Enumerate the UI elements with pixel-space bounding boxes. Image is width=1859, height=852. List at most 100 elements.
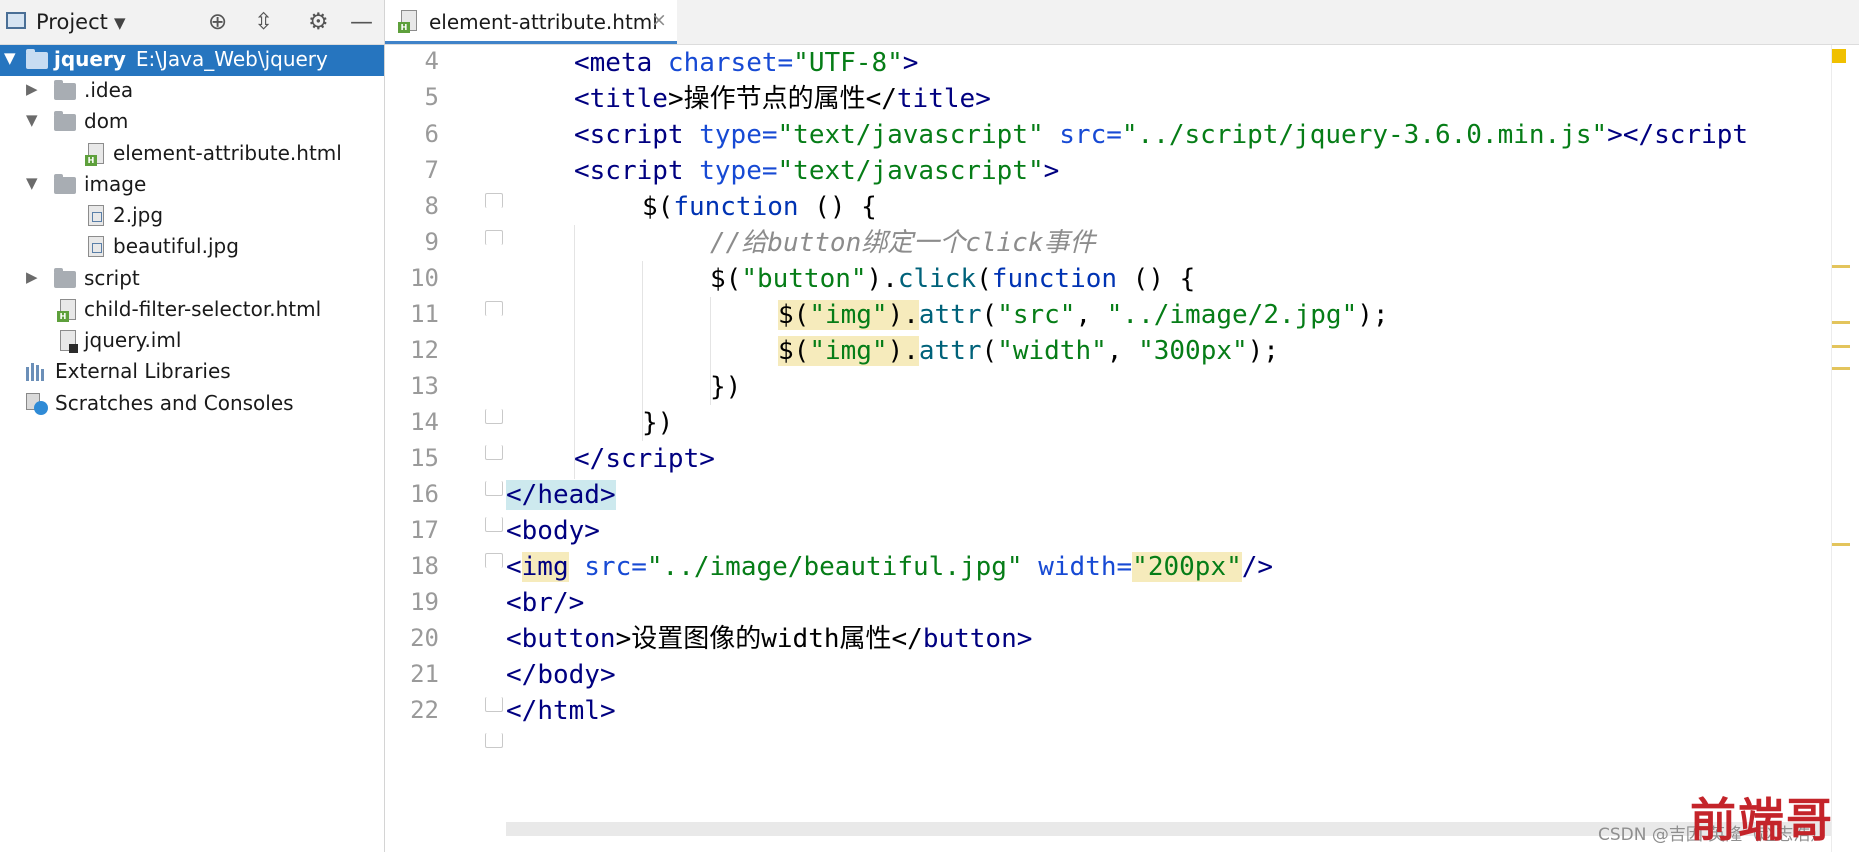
close-icon[interactable]: × <box>651 9 667 31</box>
line-number: 17 <box>410 516 439 544</box>
code-line: <br/> <box>506 588 585 618</box>
code-line: }) <box>642 408 674 438</box>
fold-icon[interactable] <box>485 733 503 748</box>
folder-icon <box>54 268 76 288</box>
code-line: $("button").click(function () { <box>710 264 1196 294</box>
tree-item-2-jpg[interactable]: 2.jpg <box>0 201 384 232</box>
editor-gutter: 4 5 6 7 8 9 10 11 12 13 14 15 16 17 18 1… <box>385 45 506 852</box>
line-number: 9 <box>424 228 439 256</box>
code-editor[interactable]: <meta charset="UTF-8"> <title>操作节点的属性</t… <box>506 45 1831 852</box>
line-number: 18 <box>410 552 439 580</box>
editor-tab-bar: H element-attribute.html × <box>385 0 1859 45</box>
html-file-icon: H <box>398 10 417 33</box>
line-number: 16 <box>410 480 439 508</box>
code-line: //给button绑定一个click事件 <box>710 228 1096 258</box>
fold-icon[interactable] <box>485 481 503 496</box>
tree-item-path: E:\Java_Web\jquery <box>135 47 328 71</box>
tab-element-attribute-html[interactable]: H element-attribute.html × <box>385 0 677 44</box>
tree-item-beautiful-jpg[interactable]: beautiful.jpg <box>0 232 384 263</box>
html-file-icon: H <box>85 143 104 166</box>
tree-item-child-filter-selector-html[interactable]: H child-filter-selector.html <box>0 295 384 326</box>
code-line: $("img").attr("src", "../image/2.jpg"); <box>778 300 1389 330</box>
tree-item-dom[interactable]: ▼ dom <box>0 107 384 138</box>
highlight-marker[interactable] <box>1832 367 1850 370</box>
fold-icon[interactable] <box>485 230 503 245</box>
line-number: 8 <box>424 192 439 220</box>
code-line: </script> <box>574 444 715 474</box>
code-line: <button>设置图像的width属性</button> <box>506 624 1033 654</box>
line-number: 15 <box>410 444 439 472</box>
warning-icon[interactable] <box>1832 49 1846 63</box>
highlight-marker[interactable] <box>1832 265 1850 268</box>
code-line: <img src="../image/beautiful.jpg" width=… <box>506 552 1274 582</box>
line-number: 11 <box>410 300 439 328</box>
highlight-marker[interactable] <box>1832 543 1850 546</box>
tree-item-external-libraries[interactable]: External Libraries <box>0 357 384 388</box>
tree-item-label: beautiful.jpg <box>113 234 239 258</box>
project-view-icon <box>6 12 26 29</box>
code-line: <script type="text/javascript"> <box>574 156 1060 186</box>
expand-arrow-icon[interactable]: ▼ <box>4 49 16 67</box>
tree-item-scratches-and-consoles[interactable]: Scratches and Consoles <box>0 389 384 420</box>
fold-icon[interactable] <box>485 553 503 568</box>
tree-item-label: jquery <box>54 47 126 71</box>
expand-arrow-icon[interactable]: ▼ <box>26 111 38 129</box>
fold-icon[interactable] <box>485 301 503 316</box>
tree-item-label: element-attribute.html <box>113 141 342 165</box>
tree-item-idea[interactable]: ▶ .idea <box>0 76 384 107</box>
tree-item-image[interactable]: ▼ image <box>0 170 384 201</box>
iml-file-icon <box>60 330 78 353</box>
code-line: </html> <box>506 696 616 726</box>
project-panel-header: Project ▼ ⊕ ⇳ ⚙ — <box>0 0 384 45</box>
tree-item-jquery[interactable]: ▼ jquery E:\Java_Web\jquery <box>0 45 384 76</box>
tree-item-element-attribute-html[interactable]: H element-attribute.html <box>0 139 384 170</box>
image-file-icon <box>88 236 104 257</box>
line-number: 5 <box>424 83 439 111</box>
highlight-marker[interactable] <box>1832 345 1850 348</box>
fold-icon[interactable] <box>485 517 503 532</box>
line-number: 14 <box>410 408 439 436</box>
tree-item-script[interactable]: ▶ script <box>0 264 384 295</box>
code-line: </body> <box>506 660 616 690</box>
fold-icon[interactable] <box>485 409 503 424</box>
error-stripe[interactable] <box>1831 45 1859 852</box>
line-number: 20 <box>410 624 439 652</box>
tree-item-label: image <box>84 172 147 196</box>
tree-item-label: .idea <box>84 78 134 102</box>
tree-item-label: child-filter-selector.html <box>84 297 322 321</box>
collapse-icon[interactable]: ⇳ <box>254 8 273 36</box>
tree-item-label: jquery.iml <box>84 328 182 352</box>
fold-icon[interactable] <box>485 193 503 208</box>
line-number: 4 <box>424 47 439 75</box>
gear-icon[interactable]: ⚙ <box>308 8 329 36</box>
project-view-title[interactable]: Project <box>36 10 108 34</box>
code-line: $(function () { <box>642 192 877 222</box>
chevron-down-icon[interactable]: ▼ <box>114 14 126 32</box>
folder-icon <box>54 111 76 131</box>
scratches-icon <box>26 393 48 415</box>
tree-item-label: Scratches and Consoles <box>55 391 294 415</box>
tree-item-label: script <box>84 266 140 290</box>
line-number: 12 <box>410 336 439 364</box>
html-file-icon: H <box>57 299 76 322</box>
code-line: <body> <box>506 516 600 546</box>
expand-arrow-icon[interactable]: ▼ <box>26 174 38 192</box>
expand-arrow-icon[interactable]: ▶ <box>26 268 38 286</box>
line-number: 22 <box>410 696 439 724</box>
libraries-icon <box>26 363 48 381</box>
code-line: </head> <box>506 480 616 510</box>
highlight-marker[interactable] <box>1832 321 1850 324</box>
minimize-icon[interactable]: — <box>350 8 373 36</box>
folder-icon <box>26 49 48 69</box>
tree-item-jquery-iml[interactable]: jquery.iml <box>0 326 384 357</box>
line-number: 6 <box>424 120 439 148</box>
fold-icon[interactable] <box>485 445 503 460</box>
code-line: <title>操作节点的属性</title> <box>574 84 991 114</box>
fold-icon[interactable] <box>485 697 503 712</box>
tree-item-label: 2.jpg <box>113 203 164 227</box>
tree-item-label: dom <box>84 109 129 133</box>
line-number: 21 <box>410 660 439 688</box>
code-line: $("img").attr("width", "300px"); <box>778 336 1279 366</box>
locate-icon[interactable]: ⊕ <box>208 8 227 36</box>
expand-arrow-icon[interactable]: ▶ <box>26 80 38 98</box>
